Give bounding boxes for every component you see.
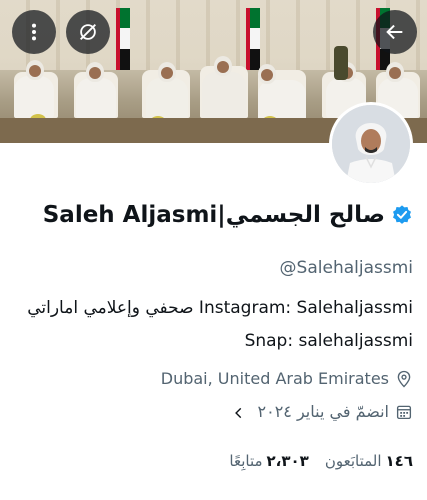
following-count: ١٤٦ (385, 452, 413, 470)
following-label: المتابَعون (324, 452, 382, 470)
display-name: Saleh Aljasmi|صالح الجسمي (42, 202, 385, 228)
uae-flag (246, 8, 260, 70)
person-face (29, 65, 41, 77)
person (76, 78, 116, 120)
followers-label: متابِعًا (229, 452, 263, 470)
location-text: Dubai, United Arab Emirates (160, 369, 389, 388)
display-name-row: Saleh Aljasmi|صالح الجسمي (43, 202, 413, 228)
followers-count: ٢،٣٠٣ (266, 452, 309, 470)
avatar-photo (332, 105, 410, 183)
verified-badge-icon[interactable] (391, 204, 413, 226)
person-face (217, 61, 229, 73)
calendar-icon (395, 403, 413, 421)
joined-row[interactable]: انضمّ في يناير ٢٠٢٤ (232, 402, 413, 421)
back-button[interactable] (373, 10, 417, 54)
location-row: Dubai, United Arab Emirates (161, 369, 413, 388)
follow-stats: ١٤٦ المتابَعون ٢،٣٠٣ متابِعًا (213, 452, 413, 470)
followers-link[interactable]: ٢،٣٠٣ متابِعًا (229, 452, 308, 470)
following-link[interactable]: ١٤٦ المتابَعون (325, 452, 413, 470)
bio-line-2: Snap: salehaljassmi (244, 331, 413, 351)
location-pin-icon (395, 370, 413, 388)
mute-icon (77, 21, 99, 43)
user-handle: @Salehaljassmi (279, 258, 413, 278)
guard (334, 46, 348, 80)
profile-avatar[interactable] (329, 102, 413, 186)
bio-line-1: صحفي وإعلامي اماراتي Instagram: Salehalj… (27, 298, 413, 318)
uae-flag (116, 8, 130, 70)
person-face (389, 67, 401, 79)
person-face (161, 67, 173, 79)
mute-button[interactable] (66, 10, 110, 54)
more-vertical-icon (23, 21, 45, 43)
joined-date: انضمّ في يناير ٢٠٢٤ (257, 402, 389, 421)
arrow-left-icon (384, 21, 406, 43)
person (202, 72, 246, 122)
banner-wall (0, 0, 427, 70)
person (14, 76, 54, 120)
chevron-left-icon (232, 405, 246, 419)
more-options-button[interactable] (12, 10, 56, 54)
person-face (89, 67, 101, 79)
person-face (261, 69, 273, 81)
